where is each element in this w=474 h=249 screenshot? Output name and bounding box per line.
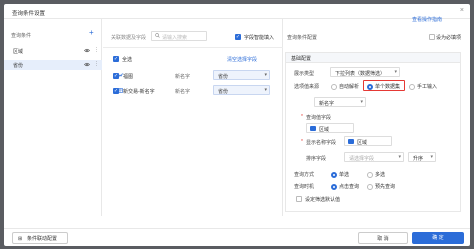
basic-config-section: 基础配置 展示类型 下拉列表（数据筛选） ▾ 选项值来源 自动解析 单个数据集 …: [285, 52, 461, 212]
display-field-select[interactable]: 区域: [344, 136, 392, 146]
radio-single-select[interactable]: [331, 172, 337, 178]
radio-click-query[interactable]: [331, 184, 337, 190]
default-value-label: 设定筛选默认值: [305, 197, 341, 203]
field-select[interactable]: 省份 ▾: [213, 85, 270, 95]
chevron-down-icon: ▾: [398, 154, 401, 160]
dataset-name: 新交易-新名字: [123, 89, 155, 95]
radio-label: 自动解析: [339, 84, 360, 90]
dialog-footer: ⊞ 条件联动配置 取 消 确 定: [4, 228, 470, 246]
dataset-field-panel: 关联数据及字段 请输入搜索 ✓ 字段智能填入 ✓ 全选 清空选择字段 ✓ 福图 …: [103, 19, 283, 216]
radio-label: 预先查询: [375, 184, 396, 190]
radio-label: 点击查询: [339, 184, 360, 190]
query-field-select[interactable]: 区域: [306, 123, 354, 133]
chevron-down-icon: ▾: [360, 99, 363, 105]
dialog-title: 查询条件设置: [12, 11, 46, 17]
dialog-titlebar: 查询条件设置 ×: [4, 4, 470, 19]
search-icon: [155, 33, 160, 40]
smart-fill-checkbox[interactable]: ✓: [235, 34, 241, 40]
search-placeholder: 请输入搜索: [162, 35, 188, 41]
chevron-down-icon: ▾: [394, 69, 397, 75]
dataset-name: 福图: [123, 74, 134, 80]
query-mode-label: 查询方式: [294, 172, 315, 178]
smart-fill-label: 字段智能填入: [244, 35, 275, 41]
field-select-value: 省份: [218, 74, 229, 80]
display-type-label: 展示类型: [294, 71, 315, 77]
help-link[interactable]: 查看操作指南: [412, 16, 442, 23]
radio-label: 手工输入: [417, 84, 438, 90]
dataset-field-header: 关联数据及字段: [111, 35, 147, 41]
config-header: 查询条件配置: [287, 35, 318, 41]
condition-item-province[interactable]: 省份 ⋮: [4, 60, 102, 70]
select-all-checkbox[interactable]: ✓: [113, 56, 119, 62]
condition-item-label: 省份: [13, 63, 24, 69]
condition-list-header: 查询条件: [11, 33, 32, 39]
eye-icon[interactable]: [84, 48, 90, 55]
radio-label: 多选: [375, 172, 386, 178]
display-field-label: 显示名称字段: [306, 140, 337, 146]
chevron-down-icon: ▾: [430, 154, 433, 160]
value-source-label: 选项值来源: [294, 84, 320, 90]
add-condition-icon[interactable]: +: [89, 28, 94, 37]
radio-pre-query[interactable]: [367, 184, 373, 190]
field-type-icon: [348, 139, 354, 144]
dataset-select[interactable]: 新名字 ▾: [314, 97, 366, 107]
condition-config-panel: 查询条件配置 查看操作指南 设为必填项 基础配置 展示类型 下拉列表（数据筛选）…: [284, 16, 470, 216]
ok-button[interactable]: 确 定: [412, 232, 464, 244]
clear-selection-link[interactable]: 清空选择字段: [227, 56, 257, 63]
condition-list-panel: 查询条件 + 区域 ⋮ 省份 ⋮: [4, 19, 102, 216]
radio-label: 单个数据集: [375, 84, 401, 90]
more-icon[interactable]: ⋮: [94, 61, 99, 67]
radio-label: 单选: [339, 172, 350, 178]
sort-order-select[interactable]: 升序 ▾: [408, 152, 436, 162]
field-type-icon: [310, 126, 316, 131]
sort-field-select[interactable]: 请选择字段 ▾: [344, 152, 404, 162]
section-header: 基础配置: [286, 53, 460, 63]
field-select[interactable]: 省份 ▾: [213, 70, 270, 80]
radio-single-dataset[interactable]: [367, 84, 373, 90]
close-icon[interactable]: ×: [460, 7, 464, 14]
search-input[interactable]: 请输入搜索: [151, 31, 207, 41]
required-label: 设为必填项: [436, 35, 462, 41]
default-value-checkbox[interactable]: [296, 196, 302, 202]
cancel-button[interactable]: 取 消: [358, 232, 408, 244]
dataset-field: 新名字: [175, 74, 191, 80]
eye-icon[interactable]: [84, 62, 90, 69]
sort-field-label: 排序字段: [306, 156, 327, 162]
dataset-row: ✓ 福图 新名字 省份 ▾: [103, 70, 283, 82]
condition-item-label: 区域: [13, 49, 24, 55]
dataset-field: 新名字: [175, 89, 191, 95]
query-condition-dialog: 查询条件设置 × 查询条件 + 区域 ⋮ 省份 ⋮ 关联数据及字段 请输入搜索: [4, 4, 470, 246]
divider: [103, 47, 283, 48]
radio-auto-parse[interactable]: [331, 84, 337, 90]
query-field-label: 查询值字段: [306, 115, 332, 121]
link-icon: ⊞: [18, 236, 23, 242]
trigger-label: 查询时机: [294, 184, 315, 190]
field-select-value: 省份: [218, 89, 229, 95]
required-checkbox[interactable]: [429, 34, 435, 40]
radio-manual-input[interactable]: [409, 84, 415, 90]
chevron-down-icon: ▾: [264, 87, 267, 93]
radio-multi-select[interactable]: [367, 172, 373, 178]
display-type-select[interactable]: 下拉列表（数据筛选） ▾: [330, 67, 400, 77]
more-icon[interactable]: ⋮: [94, 47, 99, 53]
chevron-down-icon: ▾: [264, 72, 267, 78]
select-all-label: 全选: [122, 57, 133, 63]
dataset-row: ✓ 新交易-新名字 新名字 省份 ▾: [103, 85, 283, 97]
linkage-config-button[interactable]: ⊞ 条件联动配置: [12, 232, 68, 244]
condition-item-region[interactable]: 区域 ⋮: [4, 46, 102, 56]
